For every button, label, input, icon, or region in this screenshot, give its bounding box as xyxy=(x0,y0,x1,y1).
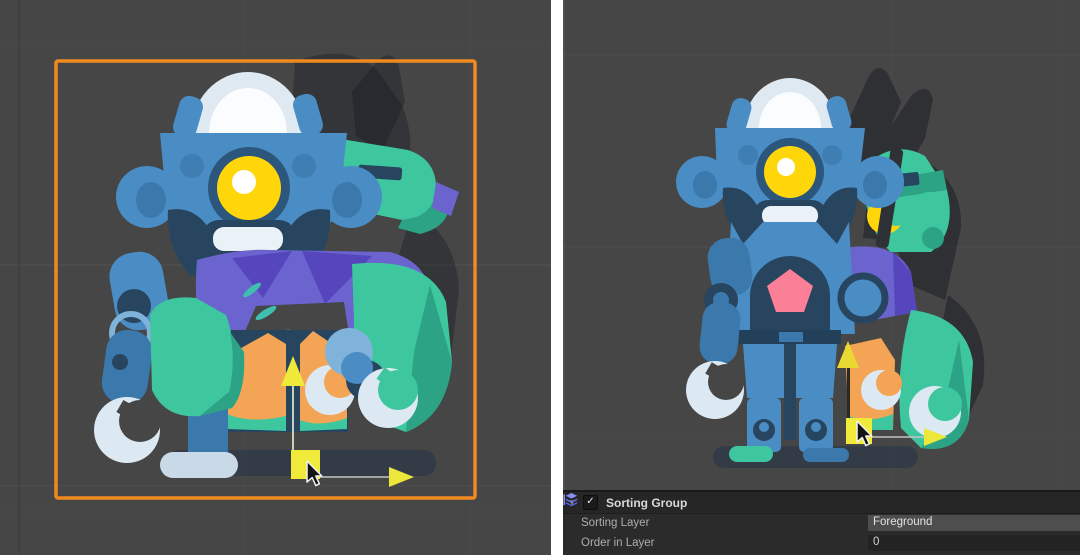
order-in-layer-field[interactable]: 0 xyxy=(868,535,1080,551)
robot-sprite[interactable] xyxy=(94,53,459,478)
sorting-layer-label: Sorting Layer xyxy=(581,517,650,529)
scene-view-right[interactable]: ▼ ✓ Sorting Group Sorting Layer Foregrou… xyxy=(563,0,1080,555)
component-title: Sorting Group xyxy=(606,495,688,510)
sorting-layer-dropdown[interactable]: Foreground xyxy=(868,515,1080,531)
sorting-layer-row: Sorting Layer Foreground xyxy=(563,514,1080,534)
inspector-panel: ▼ ✓ Sorting Group Sorting Layer Foregrou… xyxy=(563,490,1080,555)
sorting-group-icon xyxy=(563,492,578,507)
panel-divider xyxy=(551,0,563,555)
scene-view-left[interactable] xyxy=(0,0,551,555)
order-in-layer-label: Order in Layer xyxy=(581,537,655,549)
editor-window: ▼ ✓ Sorting Group Sorting Layer Foregrou… xyxy=(0,0,1080,555)
component-enabled-checkbox[interactable]: ✓ xyxy=(583,495,598,510)
order-in-layer-row: Order in Layer 0 xyxy=(563,534,1080,554)
robot-sprite[interactable] xyxy=(676,67,985,468)
component-header[interactable]: ▼ ✓ Sorting Group xyxy=(563,492,1080,514)
